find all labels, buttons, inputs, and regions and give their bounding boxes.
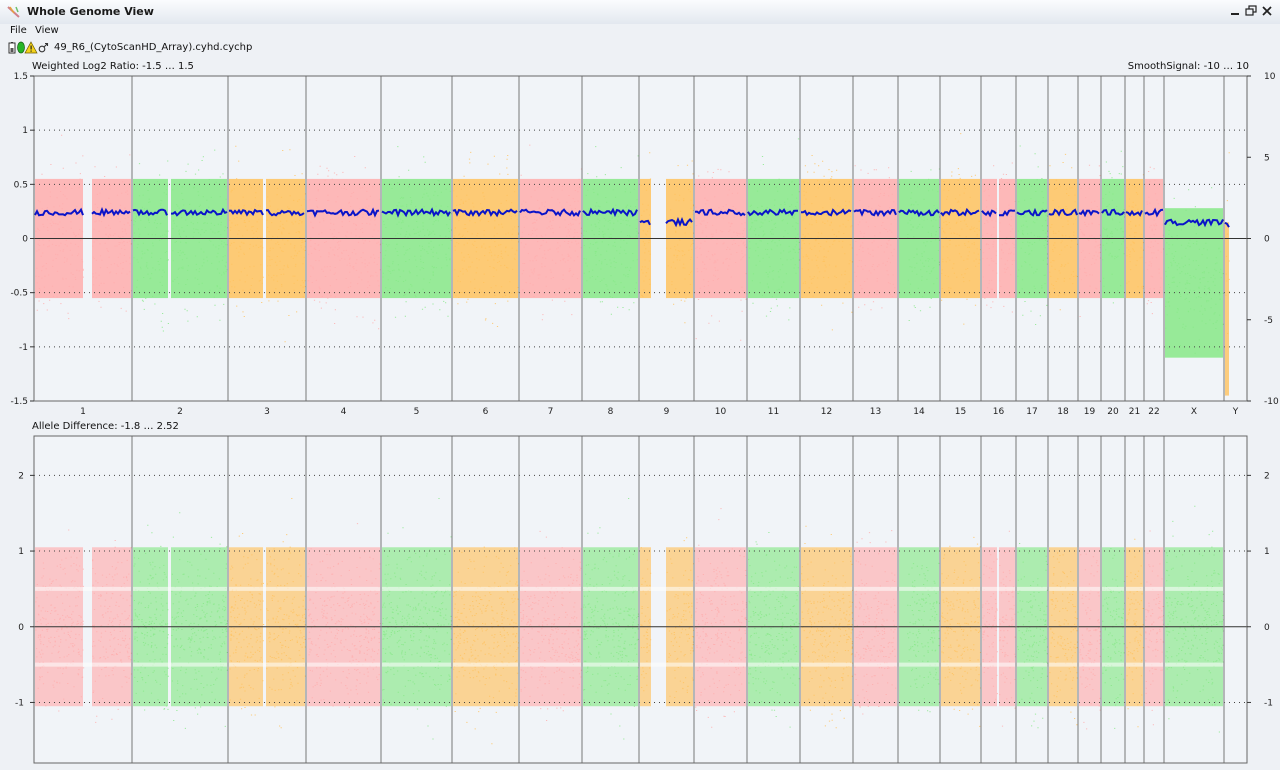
allele-right-tick-label: 1 <box>1264 547 1270 557</box>
whole-genome-plot: 1 2 3 4 5 6 7 8 9 10 11 12 13 14 15 16 17 18 19 20 21 22 X Y1.5… <box>10 61 1279 764</box>
chromosome-label-9: 9 <box>664 407 670 417</box>
chromosome-label-22: 22 <box>1148 407 1159 417</box>
log2-tick-label: 1.5 <box>14 72 28 82</box>
file-name: 49_R6_(CytoScanHD_Array).cyhd.cychp <box>54 42 253 53</box>
chromosome-label-6: 6 <box>483 407 489 417</box>
status-icons <box>8 41 49 54</box>
allele-right-tick-label: -1 <box>1264 698 1273 708</box>
allele-tick-label: 1 <box>18 547 24 557</box>
chromosome-label-16: 16 <box>993 407 1005 417</box>
log2-tick-label: 0.5 <box>14 180 28 190</box>
smooth-tick-label: -5 <box>1264 316 1273 326</box>
chromosome-label-20: 20 <box>1107 407 1119 417</box>
restore-icon[interactable] <box>1244 4 1258 18</box>
smooth-tick-label: 5 <box>1264 153 1270 163</box>
menu-view[interactable]: View <box>33 25 61 36</box>
chromosome-label-1: 1 <box>80 407 86 417</box>
battery-icon <box>8 42 16 54</box>
smooth-tick-label: 10 <box>1264 72 1276 82</box>
app-icon <box>7 6 20 18</box>
menu-file[interactable]: File <box>8 25 29 36</box>
log2-tick-label: -0.5 <box>10 289 28 299</box>
allele-right-tick-label: 2 <box>1264 471 1270 481</box>
warning-icon <box>24 41 38 54</box>
chromosome-label-2: 2 <box>177 407 183 417</box>
smooth-tick-label: 0 <box>1264 235 1270 245</box>
chromosome-label-18: 18 <box>1057 407 1069 417</box>
chromosome-label-13: 13 <box>870 407 881 417</box>
chromosome-label-21: 21 <box>1129 407 1140 417</box>
chromosome-label-17: 17 <box>1026 407 1037 417</box>
green-status-icon <box>17 41 25 54</box>
male-symbol-icon <box>38 42 49 53</box>
chromosome-label-19: 19 <box>1084 407 1096 417</box>
chromosome-label-10: 10 <box>715 407 727 417</box>
window-title: Whole Genome View <box>27 5 154 18</box>
chromosome-label-15: 15 <box>955 407 966 417</box>
chromosome-label-12: 12 <box>821 407 832 417</box>
allele-tick-label: 0 <box>18 623 24 633</box>
chromosome-label-4: 4 <box>341 407 347 417</box>
smooth-tick-label: -10 <box>1264 397 1279 407</box>
menu-bar: File View <box>0 24 1280 38</box>
log2-tick-label: -1 <box>19 343 28 353</box>
log2-tick-label: 0 <box>22 235 28 245</box>
log2-panel-label: Weighted Log2 Ratio: -1.5 … 1.5 <box>32 61 194 72</box>
chromosome-label-3: 3 <box>264 407 270 417</box>
log2-tick-label: -1.5 <box>10 397 28 407</box>
title-bar: Whole Genome View <box>0 0 1280 25</box>
smooth-signal-label: SmoothSignal: -10 … 10 <box>1128 61 1249 72</box>
allele-tick-label: 2 <box>18 471 24 481</box>
log2-tick-label: 1 <box>22 126 28 136</box>
chromosome-label-14: 14 <box>913 407 925 417</box>
chromosome-label-11: 11 <box>768 407 779 417</box>
close-icon[interactable] <box>1260 4 1274 18</box>
minimize-icon[interactable] <box>1228 4 1242 18</box>
chromosome-label-7: 7 <box>548 407 554 417</box>
chromosome-label-5: 5 <box>414 407 420 417</box>
allele-right-tick-label: 0 <box>1264 623 1270 633</box>
file-row: 49_R6_(CytoScanHD_Array).cyhd.cychp <box>0 38 1280 56</box>
allele-tick-label: -1 <box>15 698 24 708</box>
chromosome-label-X: X <box>1191 407 1197 417</box>
allele-panel-label: Allele Difference: -1.8 … 2.52 <box>32 421 179 432</box>
chromosome-label-Y: Y <box>1232 407 1239 417</box>
chromosome-label-8: 8 <box>608 407 614 417</box>
